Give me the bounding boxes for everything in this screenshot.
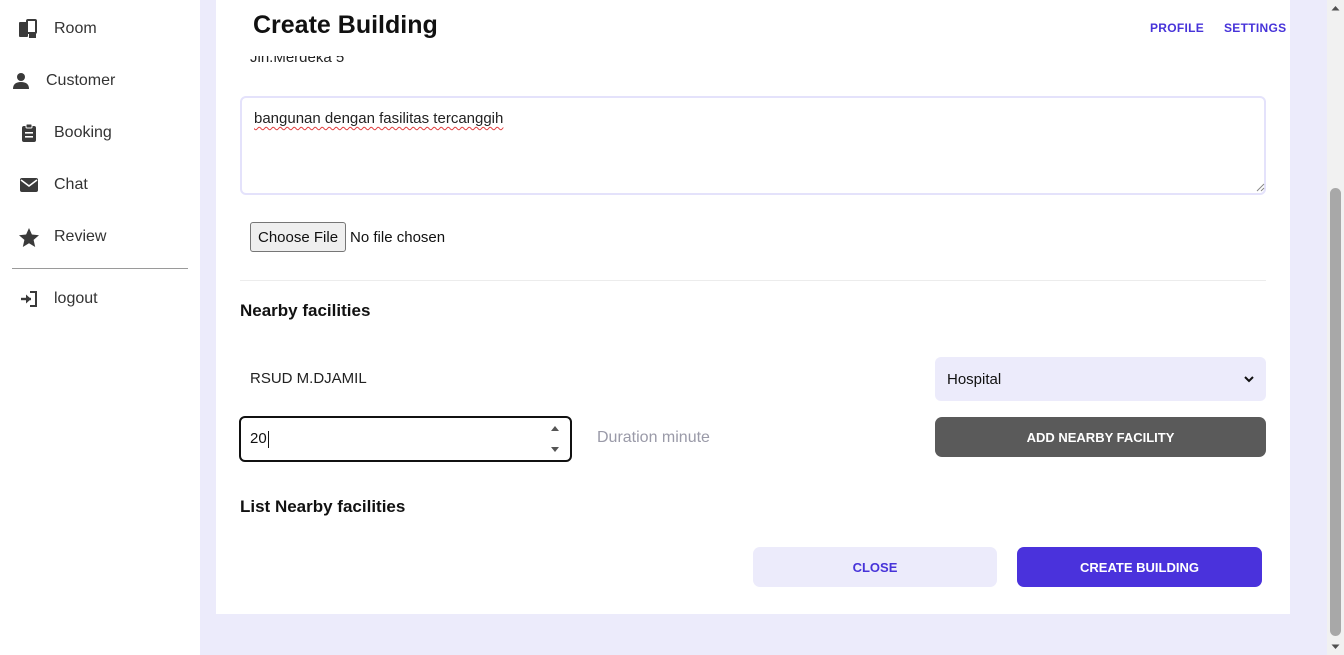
number-spinner[interactable] (549, 426, 561, 452)
sidebar-item-label: Chat (54, 176, 88, 193)
duration-input[interactable]: 20 (239, 416, 572, 462)
description-textarea[interactable]: bangunan dengan fasilitas tercanggih (240, 96, 1266, 195)
sidebar-item-logout[interactable]: logout (12, 281, 188, 317)
create-building-button[interactable]: CREATE BUILDING (1017, 547, 1262, 587)
settings-link[interactable]: SETTINGS (1224, 21, 1286, 35)
nearby-facilities-heading: Nearby facilities (240, 301, 371, 320)
sidebar-item-customer[interactable]: Customer (12, 63, 188, 99)
close-button[interactable]: CLOSE (753, 547, 997, 587)
clipboard-icon (14, 121, 44, 145)
file-status: No file chosen (350, 228, 446, 246)
profile-link[interactable]: PROFILE (1150, 21, 1204, 35)
logout-icon (14, 287, 44, 311)
chevron-down-icon (1244, 375, 1254, 382)
sidebar: Room Customer Booking Chat Review logout (0, 0, 200, 655)
facility-type-select[interactable]: Hospital (935, 357, 1266, 401)
facility-name-input[interactable]: RSUD M.DJAMIL (250, 370, 367, 387)
spinner-down-icon[interactable] (551, 447, 559, 452)
sidebar-item-chat[interactable]: Chat (12, 167, 188, 203)
envelope-icon (14, 173, 44, 197)
room-icon (14, 17, 44, 41)
sidebar-divider (12, 268, 188, 269)
duration-value: 20 (250, 430, 267, 448)
list-nearby-facilities-heading: List Nearby facilities (240, 497, 406, 516)
scroll-thumb[interactable] (1330, 188, 1341, 636)
star-icon (14, 225, 44, 249)
scroll-up-icon[interactable] (1331, 4, 1340, 13)
sidebar-item-label: logout (54, 290, 98, 307)
page-scrollbar[interactable] (1327, 0, 1344, 655)
file-upload: Choose File No file chosen (250, 222, 445, 252)
sidebar-item-label: Customer (46, 72, 116, 89)
page-title: Create Building (253, 11, 438, 39)
sidebar-item-room[interactable]: Room (12, 11, 188, 47)
description-text: bangunan dengan fasilitas tercanggih (254, 110, 504, 127)
create-building-panel: Create Building PROFILE SETTINGS Jln.Mer… (216, 0, 1290, 614)
facility-type-value: Hospital (947, 370, 1002, 388)
section-divider (240, 280, 1266, 281)
user-icon (12, 69, 36, 93)
sidebar-item-review[interactable]: Review (12, 219, 188, 255)
add-nearby-facility-button[interactable]: ADD NEARBY FACILITY (935, 417, 1266, 457)
duration-label: Duration minute (597, 429, 710, 446)
spinner-up-icon[interactable] (551, 426, 559, 431)
resize-grip-icon[interactable] (1256, 183, 1265, 192)
choose-file-button[interactable]: Choose File (250, 222, 347, 252)
sidebar-item-label: Booking (54, 124, 112, 141)
sidebar-item-booking[interactable]: Booking (12, 115, 188, 151)
sidebar-item-label: Room (54, 20, 97, 37)
text-caret (267, 430, 269, 448)
scroll-down-icon[interactable] (1331, 642, 1340, 651)
panel-header: Create Building PROFILE SETTINGS (216, 0, 1290, 56)
sidebar-item-label: Review (54, 228, 107, 245)
